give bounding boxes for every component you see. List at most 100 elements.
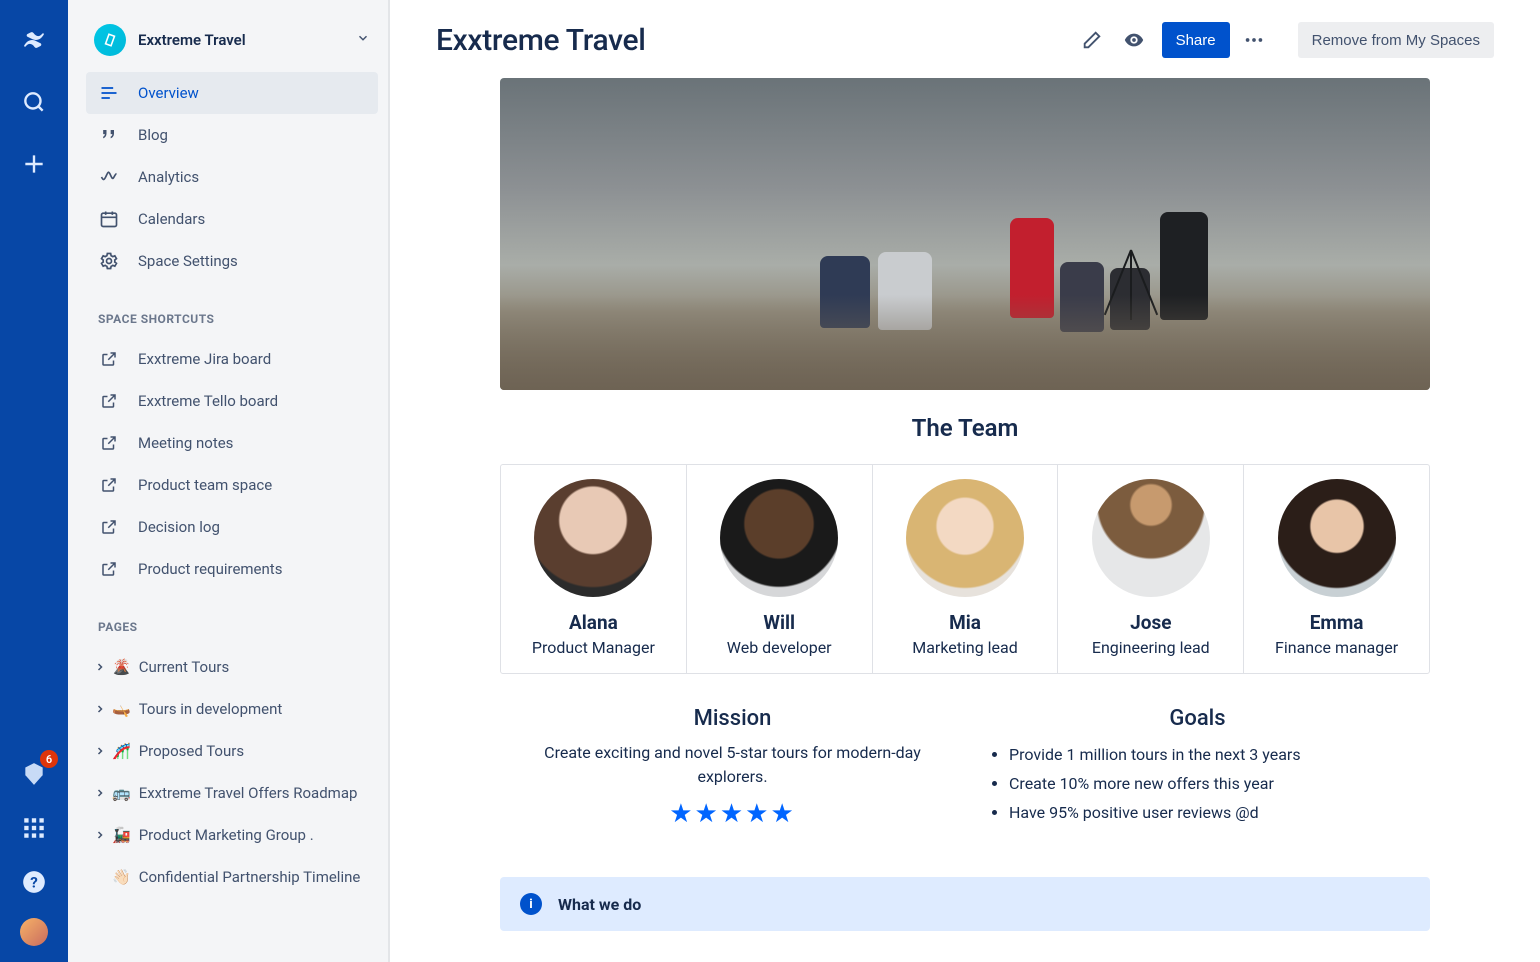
page-title: Exxtreme Travel [436, 23, 1068, 58]
mission-column: Mission Create exciting and novel 5-star… [500, 706, 965, 829]
shortcut-product-requirements[interactable]: Product requirements [86, 548, 378, 590]
page-main: Exxtreme Travel Share Remove from My Spa… [390, 0, 1540, 962]
chevron-right-icon[interactable] [90, 745, 110, 757]
team-card: Jose Engineering lead [1058, 465, 1244, 673]
page-header: Exxtreme Travel Share Remove from My Spa… [436, 22, 1494, 58]
shortcut-decision-log[interactable]: Decision log [86, 506, 378, 548]
notifications-icon[interactable]: 6 [16, 756, 52, 792]
team-heading: The Team [500, 414, 1430, 442]
external-link-icon [98, 516, 120, 538]
team-member-role: Engineering lead [1092, 638, 1210, 657]
sidebar-item-label: Analytics [138, 168, 199, 186]
page-emoji: 🛶 [112, 700, 131, 718]
shortcut-label: Decision log [138, 518, 220, 536]
shortcut-label: Product requirements [138, 560, 282, 578]
chevron-right-icon[interactable] [90, 829, 110, 841]
page-tree-item[interactable]: 🚌 Exxtreme Travel Offers Roadmap [86, 772, 378, 814]
page-tree-item[interactable]: 🌋 Current Tours [86, 646, 378, 688]
sidebar-item-overview[interactable]: Overview [86, 72, 378, 114]
overview-icon [98, 82, 120, 104]
confluence-logo-icon[interactable] [16, 22, 52, 58]
space-sidebar: Exxtreme Travel Overview Blog Analytics … [68, 0, 390, 962]
team-member-role: Marketing lead [912, 638, 1018, 657]
edit-icon[interactable] [1074, 22, 1110, 58]
goals-heading: Goals [965, 706, 1430, 731]
external-link-icon [98, 558, 120, 580]
shortcut-meeting-notes[interactable]: Meeting notes [86, 422, 378, 464]
chevron-right-icon[interactable] [90, 703, 110, 715]
help-icon[interactable]: ? [16, 864, 52, 900]
team-member-name: Mia [949, 611, 981, 634]
page-emoji: 🎢 [112, 742, 131, 760]
page-tree-item[interactable]: 👋🏻 Confidential Partnership Timeline [86, 856, 378, 898]
goals-list: Provide 1 million tours in the next 3 ye… [965, 741, 1430, 827]
mission-text: Create exciting and novel 5-star tours f… [500, 741, 965, 789]
team-grid: Alana Product Manager Will Web developer… [500, 464, 1430, 674]
page-label: Exxtreme Travel Offers Roadmap [139, 784, 358, 802]
team-card: Emma Finance manager [1244, 465, 1429, 673]
pages-heading: PAGES [98, 620, 366, 634]
avatar [1278, 479, 1396, 597]
page-label: Current Tours [139, 658, 230, 676]
page-tree-item[interactable]: 🛶 Tours in development [86, 688, 378, 730]
team-member-name: Alana [569, 611, 618, 634]
team-card: Mia Marketing lead [873, 465, 1059, 673]
goal-item: Have 95% positive user reviews @d [1009, 799, 1430, 828]
star-rating-icon: ★★★★★ [500, 799, 965, 829]
goals-column: Goals Provide 1 million tours in the nex… [965, 706, 1430, 829]
page-label: Confidential Partnership Timeline [139, 868, 361, 886]
page-tree-item[interactable]: 🎢 Proposed Tours [86, 730, 378, 772]
avatar [1092, 479, 1210, 597]
shortcut-product-team-space[interactable]: Product team space [86, 464, 378, 506]
search-icon[interactable] [16, 84, 52, 120]
external-link-icon [98, 432, 120, 454]
remove-from-spaces-button[interactable]: Remove from My Spaces [1298, 22, 1494, 58]
share-button[interactable]: Share [1162, 22, 1230, 58]
sidebar-item-label: Space Settings [138, 252, 238, 270]
calendar-icon [98, 208, 120, 230]
info-icon: i [520, 893, 542, 915]
avatar [720, 479, 838, 597]
page-emoji: 👋🏻 [112, 868, 131, 886]
chevron-right-icon[interactable] [90, 787, 110, 799]
avatar [906, 479, 1024, 597]
watch-icon[interactable] [1116, 22, 1152, 58]
page-emoji: 🚌 [112, 784, 131, 802]
gear-icon [98, 250, 120, 272]
sidebar-item-calendars[interactable]: Calendars [86, 198, 378, 240]
shortcut-jira-board[interactable]: Exxtreme Jira board [86, 338, 378, 380]
info-panel: i What we do [500, 877, 1430, 931]
create-icon[interactable] [16, 146, 52, 182]
sidebar-item-label: Overview [138, 84, 199, 102]
shortcut-label: Exxtreme Jira board [138, 350, 271, 368]
shortcut-label: Meeting notes [138, 434, 233, 452]
chevron-right-icon[interactable] [90, 661, 110, 673]
space-name: Exxtreme Travel [138, 31, 356, 49]
sidebar-item-analytics[interactable]: Analytics [86, 156, 378, 198]
external-link-icon [98, 348, 120, 370]
avatar [534, 479, 652, 597]
sidebar-item-blog[interactable]: Blog [86, 114, 378, 156]
space-picker[interactable]: Exxtreme Travel [94, 24, 370, 56]
page-label: Product Marketing Group . [139, 826, 314, 844]
sidebar-item-label: Blog [138, 126, 168, 144]
external-link-icon [98, 474, 120, 496]
shortcut-label: Exxtreme Tello board [138, 392, 278, 410]
mission-heading: Mission [500, 706, 965, 731]
global-nav: 6 ? [0, 0, 68, 962]
team-member-role: Web developer [727, 638, 832, 657]
sidebar-item-label: Calendars [138, 210, 205, 228]
goal-item: Provide 1 million tours in the next 3 ye… [1009, 741, 1430, 770]
team-member-role: Product Manager [532, 638, 655, 657]
external-link-icon [98, 390, 120, 412]
team-member-role: Finance manager [1275, 638, 1398, 657]
goal-item: Create 10% more new offers this year [1009, 770, 1430, 799]
team-card: Alana Product Manager [501, 465, 687, 673]
shortcut-tello-board[interactable]: Exxtreme Tello board [86, 380, 378, 422]
sidebar-item-space-settings[interactable]: Space Settings [86, 240, 378, 282]
more-actions-icon[interactable] [1236, 22, 1272, 58]
page-tree-item[interactable]: 🚂 Product Marketing Group . [86, 814, 378, 856]
shortcut-label: Product team space [138, 476, 272, 494]
profile-avatar[interactable] [20, 918, 48, 946]
app-switcher-icon[interactable] [16, 810, 52, 846]
